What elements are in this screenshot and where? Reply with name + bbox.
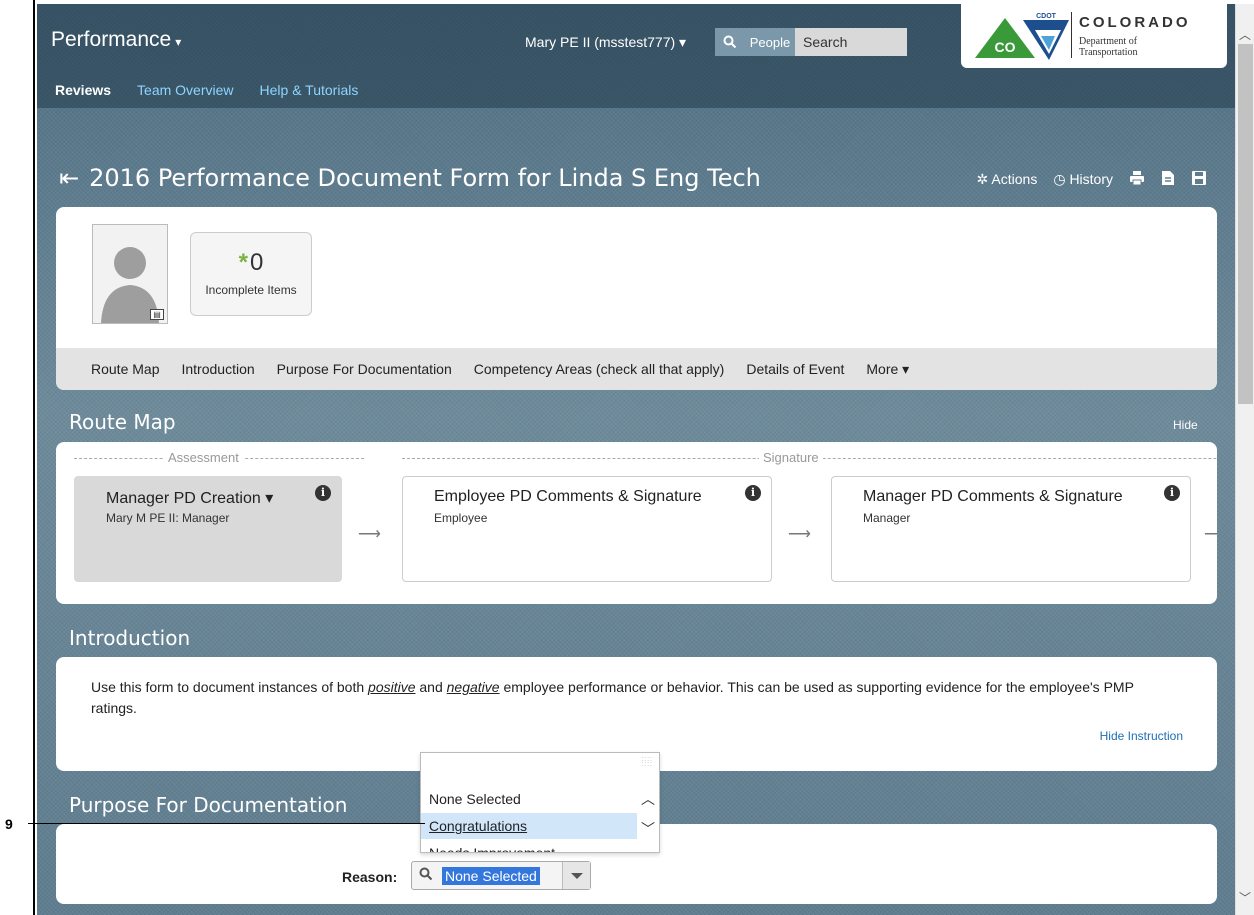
reason-value: None Selected (442, 867, 540, 885)
back-icon[interactable]: ⇤ (59, 164, 79, 192)
page-scrollbar[interactable]: ︿ ﹀ (1235, 4, 1254, 915)
cdot-logo: CO CDOT COLORADO Department of Transport… (961, 4, 1227, 68)
arrow-right-icon: ⟶ (1204, 526, 1217, 543)
section-link-route-map[interactable]: Route Map (91, 361, 159, 377)
chevron-down-icon[interactable]: ﹀ (641, 819, 655, 839)
search-group: People Search (715, 28, 907, 56)
search-icon[interactable] (715, 28, 745, 56)
search-icon (419, 867, 433, 884)
search-input[interactable]: Search (795, 28, 907, 56)
section-link-purpose[interactable]: Purpose For Documentation (277, 361, 452, 377)
route-map-panel: Assessment Signature Manager PD Creation… (56, 442, 1217, 604)
top-navigation-bar: Performance ▾ Mary PE II (msstest777) ▾ P… (37, 4, 1235, 108)
chevron-down-icon: ▾ (175, 35, 182, 49)
route-map-heading: Route Map (69, 410, 176, 434)
intro-negative: negative (446, 679, 500, 695)
document-actions: ✲ Actions ◷ History (977, 170, 1207, 189)
performance-title: Performance (51, 28, 172, 51)
reason-dropdown-list: :::::::: None Selected Congratulations N… (420, 752, 660, 853)
actions-button[interactable]: ✲ Actions (977, 171, 1038, 188)
step-title: Manager PD Comments & Signature (863, 488, 1123, 505)
step-subtitle: Mary M PE II: Manager (106, 511, 230, 525)
profile-panel: ▤ *0 Incomplete Items Route Map Introduc… (56, 207, 1217, 390)
reason-select[interactable]: None Selected (411, 861, 591, 890)
chevron-up-icon[interactable]: ︿ (1239, 26, 1251, 43)
cdot-logo-mark: CO CDOT (975, 13, 1069, 60)
sub-navigation: Reviews Team Overview Help & Tutorials (55, 82, 358, 98)
chevron-up-icon[interactable]: ︿ (641, 789, 655, 809)
incomplete-count-row: *0 (191, 249, 311, 277)
clock-icon: ◷ (1053, 171, 1066, 187)
asterisk-icon: * (238, 249, 248, 276)
step-title: Employee PD Comments & Signature (434, 488, 702, 505)
callout-line (28, 823, 425, 824)
svg-text:CDOT: CDOT (1036, 13, 1057, 20)
document-header: ⇤ 2016 Performance Document Form for Lind… (59, 164, 1209, 194)
section-link-introduction[interactable]: Introduction (181, 361, 254, 377)
info-icon[interactable]: i (315, 485, 331, 501)
section-link-details[interactable]: Details of Event (746, 361, 844, 377)
purpose-heading: Purpose For Documentation (69, 793, 348, 817)
resize-grip-icon[interactable]: :::::::: (641, 756, 653, 768)
actions-label: Actions (991, 171, 1038, 187)
section-navigation: Route Map Introduction Purpose For Docum… (56, 348, 1217, 390)
phase-signature: Signature (759, 450, 823, 465)
people-search-scope[interactable]: People (745, 28, 795, 56)
arrow-right-icon: ⟶ (358, 526, 381, 543)
introduction-heading: Introduction (69, 626, 191, 650)
logo-divider (1071, 12, 1072, 58)
info-icon[interactable]: i (1164, 485, 1180, 501)
route-step-manager-creation[interactable]: Manager PD Creation ▾ Mary M PE II: Mana… (74, 476, 342, 582)
more-menu[interactable]: More ▾ (866, 361, 909, 378)
intro-text-part: and (415, 679, 447, 695)
step-subtitle: Manager (863, 511, 911, 525)
phase-assessment: Assessment (164, 450, 243, 465)
incomplete-label: Incomplete Items (205, 283, 297, 297)
scrollbar-thumb[interactable] (1238, 44, 1253, 404)
hide-instruction-link[interactable]: Hide Instruction (1100, 729, 1183, 743)
route-step-employee-signature[interactable]: Employee PD Comments & Signature Employe… (402, 476, 772, 582)
incomplete-items-tile[interactable]: *0 Incomplete Items (190, 232, 312, 316)
tab-help-tutorials[interactable]: Help & Tutorials (260, 82, 359, 98)
dropdown-option[interactable]: None Selected (421, 786, 637, 812)
route-map-hide-link[interactable]: Hide (1173, 418, 1198, 432)
info-icon[interactable]: i (745, 485, 761, 501)
performance-menu[interactable]: Performance ▾ (51, 28, 181, 52)
print-icon[interactable] (1129, 170, 1145, 189)
section-link-competency[interactable]: Competency Areas (check all that apply) (474, 361, 725, 377)
document-title: 2016 Performance Document Form for Linda… (89, 164, 761, 192)
svg-text:CO: CO (995, 39, 1016, 55)
save-icon[interactable] (1191, 170, 1207, 189)
logo-dept-line-2: Transportation (1079, 47, 1138, 58)
chevron-down-icon[interactable] (562, 862, 590, 889)
incomplete-count: 0 (249, 249, 264, 276)
intro-text-part: Use this form to document instances of b… (91, 679, 369, 695)
callout-number: 9 (5, 816, 13, 832)
avatar: ▤ (92, 224, 168, 324)
arrow-right-icon: ⟶ (788, 526, 811, 543)
route-step-manager-signature[interactable]: Manager PD Comments & Signature Manager … (831, 476, 1191, 582)
tab-team-overview[interactable]: Team Overview (137, 82, 233, 98)
dropdown-scrollbar[interactable]: ︿ ﹀ (637, 781, 659, 852)
frame-border-left (33, 0, 35, 915)
logo-dept-line-1: Department of (1079, 36, 1138, 47)
history-button[interactable]: ◷ History (1053, 171, 1113, 188)
logo-department: Department of Transportation (1079, 36, 1138, 58)
dropdown-option[interactable]: Needs Improvement (421, 840, 637, 852)
id-card-icon[interactable]: ▤ (150, 309, 164, 320)
reason-label: Reason: (342, 869, 398, 885)
chevron-down-icon[interactable]: ﹀ (1239, 889, 1251, 906)
logo-state-name: COLORADO (1079, 14, 1191, 31)
step-subtitle: Employee (434, 511, 488, 525)
user-menu[interactable]: Mary PE II (msstest777) ▾ (525, 34, 686, 51)
intro-positive: positive (368, 679, 416, 695)
gear-icon: ✲ (976, 171, 989, 187)
history-label: History (1069, 171, 1113, 187)
dropdown-option-highlighted[interactable]: Congratulations (421, 813, 637, 839)
introduction-text: Use this form to document instances of b… (91, 677, 1171, 719)
document-icon[interactable] (1161, 170, 1175, 189)
tab-reviews[interactable]: Reviews (55, 82, 111, 98)
step-title: Manager PD Creation ▾ (106, 490, 274, 507)
document-title-row: ⇤ 2016 Performance Document Form for Lind… (59, 164, 761, 192)
